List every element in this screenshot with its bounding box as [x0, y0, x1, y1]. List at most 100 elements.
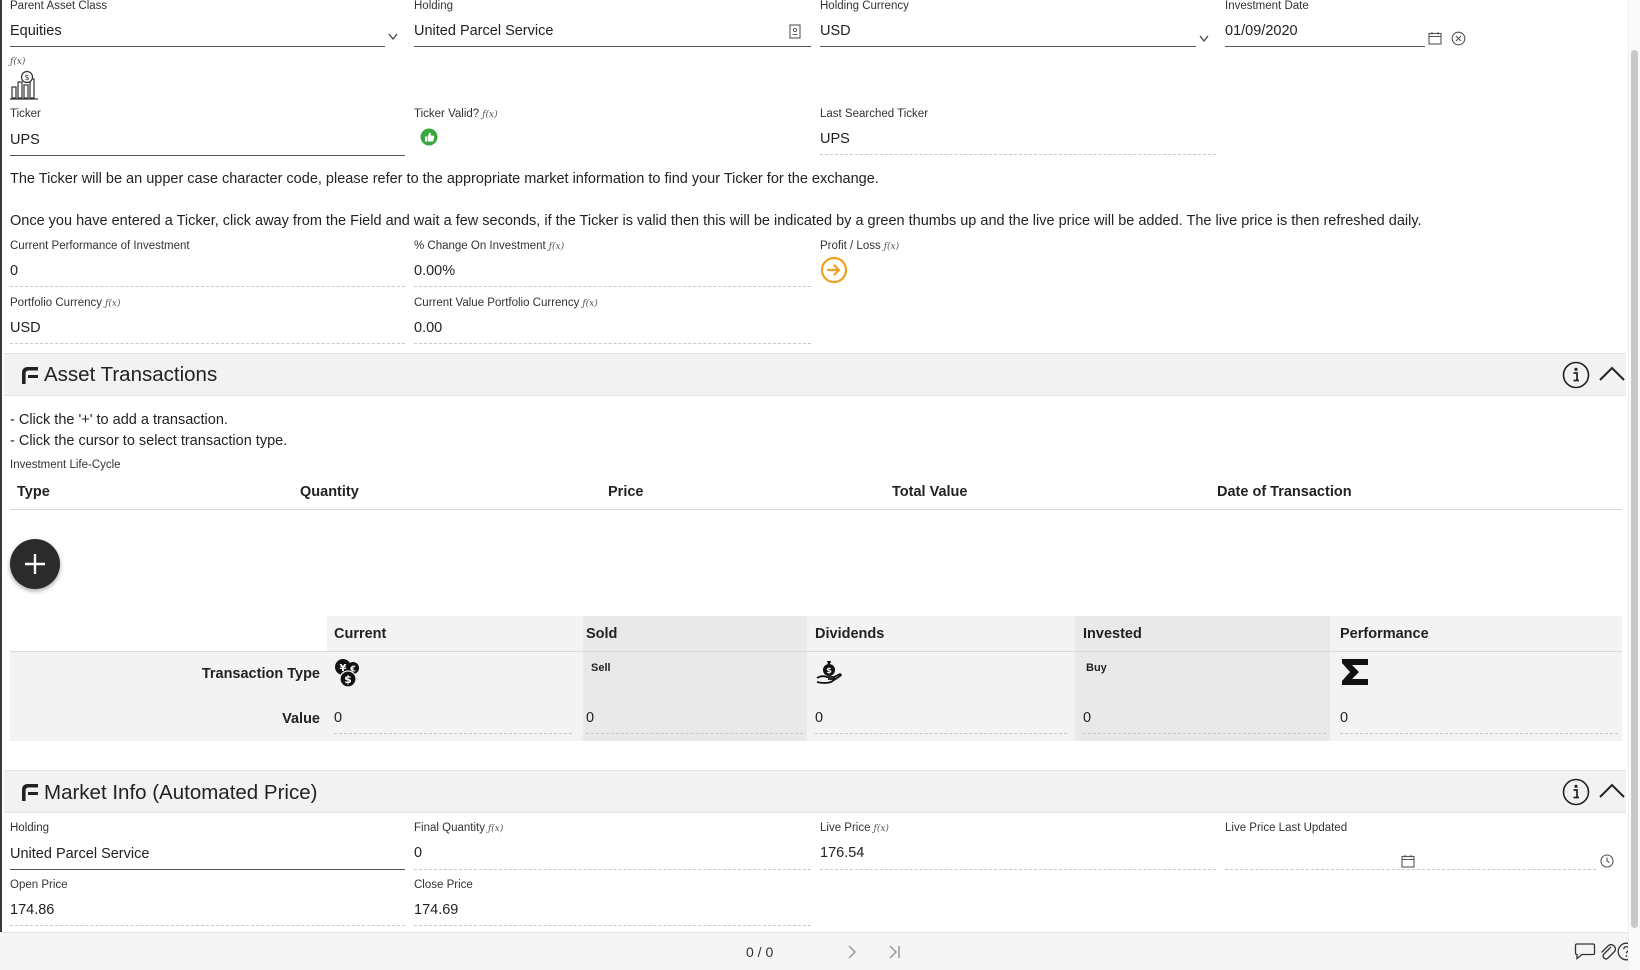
collapse-chevron-up-icon[interactable] — [1598, 365, 1626, 383]
formula-icon: ƒ(x) — [873, 824, 889, 834]
holding-underline — [414, 46, 811, 47]
current-performance-label: Current Performance of Investment — [10, 240, 190, 252]
column-header-type[interactable]: Type — [17, 484, 50, 500]
investment-chart-icon: $ — [10, 70, 38, 100]
ticker-underline — [10, 155, 405, 156]
investment-date-label: Investment Date — [1225, 0, 1309, 12]
clear-date-icon[interactable] — [1451, 31, 1466, 46]
summary-dividends-underline — [815, 733, 1067, 734]
section-logo-icon — [22, 367, 38, 384]
live-price-updated-date-underline — [1225, 869, 1425, 870]
chevron-down-icon[interactable] — [388, 33, 398, 41]
sigma-icon — [1342, 659, 1368, 685]
pct-change-label: % Change On Investment ƒ(x) — [414, 240, 565, 252]
ticker-instructions-text: Once you have entered a Ticker, click aw… — [10, 213, 1422, 229]
market-holding-value[interactable]: United Parcel Service — [10, 846, 149, 862]
calendar-icon[interactable] — [1401, 854, 1415, 868]
summary-value-current: 0 — [334, 710, 343, 726]
market-info-header: Market Info (Automated Price) — [4, 770, 1626, 813]
investment-date-value[interactable]: 01/09/2020 — [1225, 23, 1298, 39]
portfolio-currency-underline — [10, 343, 405, 344]
asset-transactions-header: Asset Transactions — [4, 353, 1626, 396]
chevron-down-icon[interactable] — [1199, 35, 1209, 43]
lookup-record-icon[interactable] — [789, 24, 801, 39]
svg-text:$: $ — [24, 73, 29, 82]
ticker-valid-label: Ticker Valid? ƒ(x) — [414, 108, 498, 120]
ticker-value[interactable]: UPS — [10, 132, 40, 148]
column-header-price[interactable]: Price — [608, 484, 643, 500]
formula-icon: ƒ(x) — [487, 824, 504, 834]
live-price-value: 176.54 — [820, 845, 865, 861]
current-performance-value: 0 — [10, 263, 19, 279]
row-label-value: Value — [282, 711, 320, 727]
summary-value-invested: 0 — [1083, 710, 1092, 726]
add-transaction-button[interactable] — [10, 539, 60, 589]
holding-currency-underline — [820, 46, 1196, 47]
window-left-edge — [0, 0, 2, 970]
current-value-portfolio-underline — [414, 343, 811, 344]
open-price-underline — [10, 925, 405, 926]
current-value-portfolio-value: 0.00 — [414, 320, 443, 336]
clock-icon[interactable] — [1600, 854, 1614, 868]
transaction-hint-1: - Click the '+' to add a transaction. — [10, 412, 228, 428]
holding-value[interactable]: United Parcel Service — [414, 23, 553, 39]
current-value-portfolio-label: Current Value Portfolio Currency ƒ(x) — [414, 297, 598, 309]
live-price-underline — [820, 869, 1216, 870]
vertical-scrollbar[interactable] — [1628, 0, 1640, 970]
section-logo-icon — [22, 784, 38, 801]
close-price-underline — [414, 925, 811, 926]
scrollbar-thumb[interactable] — [1631, 50, 1638, 928]
sell-badge: Sell — [591, 662, 611, 674]
column-header-quantity[interactable]: Quantity — [300, 484, 359, 500]
summary-header-performance: Performance — [1340, 626, 1429, 642]
plus-icon — [25, 554, 45, 574]
currency-coins-icon: ¥ € $ — [335, 659, 359, 688]
summary-value-dividends: 0 — [815, 710, 824, 726]
last-page-icon[interactable] — [888, 945, 902, 959]
transaction-hint-2: - Click the cursor to select transaction… — [10, 433, 288, 449]
last-searched-underline — [820, 154, 1216, 155]
summary-current-underline — [334, 733, 572, 734]
live-price-updated-time-underline — [1422, 869, 1596, 870]
svg-text:$: $ — [344, 673, 352, 686]
parent-asset-class-value[interactable]: Equities — [10, 23, 62, 39]
summary-sold-underline — [586, 733, 803, 734]
column-header-date-of-transaction[interactable]: Date of Transaction — [1217, 484, 1352, 500]
record-form-page: Parent Asset Class Equities Holding Unit… — [0, 0, 1640, 970]
summary-header-dividends: Dividends — [815, 626, 885, 642]
section-title: Asset Transactions — [44, 363, 218, 386]
info-icon[interactable] — [1562, 361, 1590, 389]
market-holding-underline — [10, 869, 405, 870]
collapse-chevron-up-icon[interactable] — [1598, 782, 1626, 800]
live-price-updated-label: Live Price Last Updated — [1225, 822, 1348, 834]
parent-asset-class-underline — [10, 46, 385, 47]
close-price-value: 174.69 — [414, 902, 459, 918]
formula-icon: ƒ(x) — [883, 242, 900, 252]
investment-date-underline — [1225, 46, 1425, 47]
formula-icon: ƒ(x) — [548, 242, 565, 252]
summary-corner-blank — [10, 616, 327, 651]
info-icon[interactable] — [1562, 778, 1590, 806]
calendar-icon[interactable] — [1428, 31, 1442, 45]
market-holding-label: Holding — [10, 822, 49, 834]
ticker-info-text: The Ticker will be an upper case charact… — [10, 171, 879, 187]
table-header-divider — [10, 509, 1622, 510]
formula-icon: ƒ(x) — [10, 57, 26, 67]
buy-badge: Buy — [1086, 662, 1107, 674]
portfolio-currency-value: USD — [10, 320, 41, 336]
next-page-icon[interactable] — [847, 945, 857, 959]
thumbs-up-icon — [420, 128, 438, 146]
holding-currency-value[interactable]: USD — [820, 23, 851, 39]
final-quantity-label: Final Quantity ƒ(x) — [414, 822, 504, 834]
profit-loss-arrow-icon — [820, 256, 848, 284]
attachment-icon[interactable] — [1598, 941, 1616, 961]
summary-header-invested: Invested — [1083, 626, 1142, 642]
summary-value-sold: 0 — [586, 710, 595, 726]
svg-text:$: $ — [826, 666, 832, 675]
comment-icon[interactable] — [1574, 941, 1596, 961]
formula-icon: ƒ(x) — [482, 110, 498, 120]
last-searched-ticker-value: UPS — [820, 131, 850, 147]
summary-header-divider — [10, 651, 1622, 652]
parent-asset-class-label: Parent Asset Class — [10, 0, 108, 12]
column-header-total-value[interactable]: Total Value — [892, 484, 967, 500]
